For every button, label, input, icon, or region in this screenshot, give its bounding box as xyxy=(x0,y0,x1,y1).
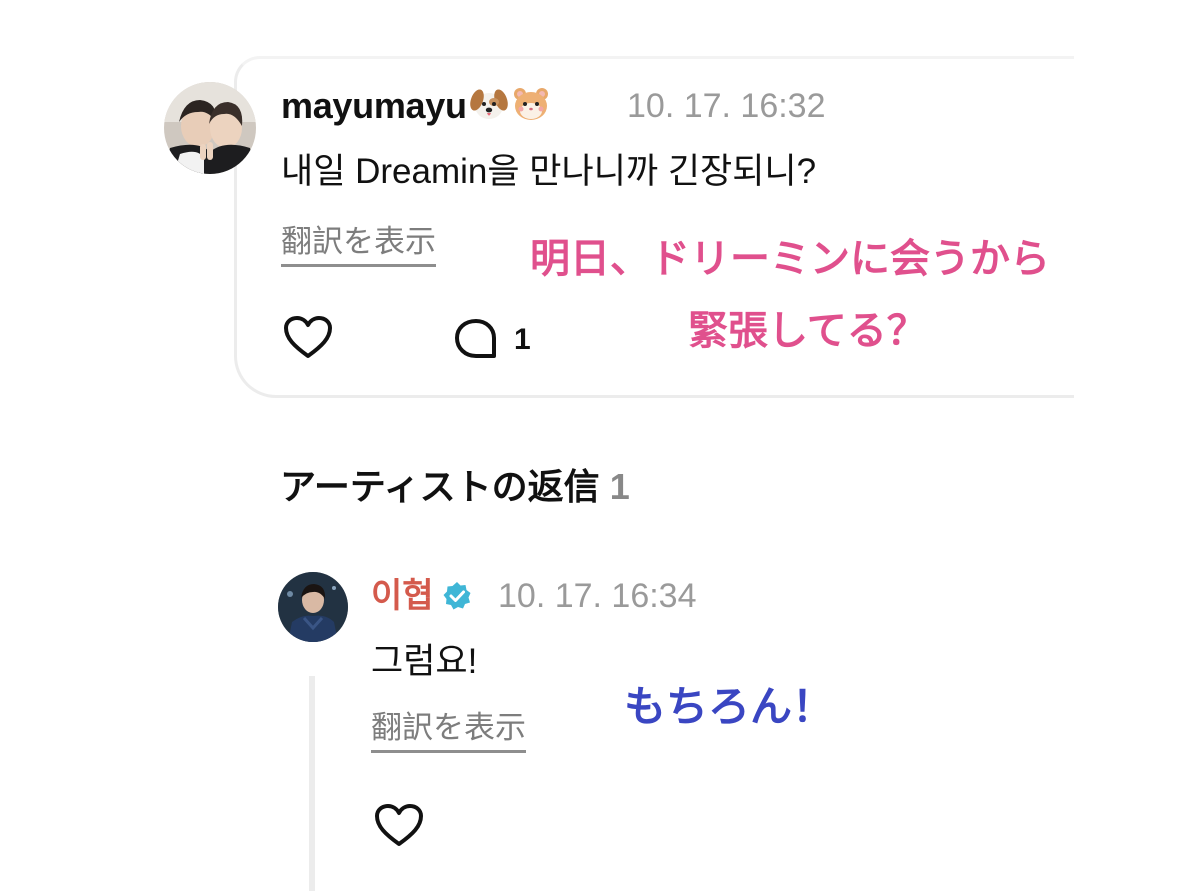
post-username: mayumayu xyxy=(281,85,467,126)
overlay-reply-translation: もちろん！ xyxy=(624,683,835,730)
speech-bubble-icon xyxy=(455,319,496,358)
post-text: 내일 Dreamin을 만나니까 긴장되니? xyxy=(281,152,817,191)
artist-name: 이협 xyxy=(371,577,434,615)
artist-replies-title: アーティストの返信 xyxy=(280,466,600,507)
show-translation-link[interactable]: 翻訳を表示 xyxy=(281,222,436,267)
artist-replies-heading: アーティストの返信 1 xyxy=(280,464,630,510)
comment-count: 1 xyxy=(514,323,531,356)
user-avatar-photo xyxy=(164,82,256,174)
reply-text: 그럼요! xyxy=(371,642,478,681)
dog-face-icon xyxy=(469,84,509,134)
comment-button[interactable] xyxy=(450,316,502,362)
user-avatar[interactable] xyxy=(164,82,256,174)
heart-icon xyxy=(284,316,332,358)
like-button[interactable] xyxy=(281,312,335,362)
overlay-translation-line-1: 明日、ドリーミンに会うから xyxy=(530,237,1050,281)
reply-show-translation-link[interactable]: 翻訳を表示 xyxy=(371,708,526,753)
thread-line xyxy=(309,676,315,891)
hamster-face-icon xyxy=(511,84,551,134)
post-timestamp: 10. 17. 16:32 xyxy=(627,87,826,125)
artist-author[interactable]: 이협 xyxy=(371,574,472,618)
post-author[interactable]: mayumayu xyxy=(281,84,551,134)
artist-avatar[interactable] xyxy=(278,572,348,642)
reply-timestamp: 10. 17. 16:34 xyxy=(498,577,697,615)
heart-icon xyxy=(375,804,423,846)
artist-avatar-photo xyxy=(278,572,348,642)
artist-replies-count: 1 xyxy=(609,466,630,507)
reply-like-button[interactable] xyxy=(372,800,426,850)
verified-badge-icon xyxy=(443,582,471,610)
overlay-translation-line-2: 緊張してる？ xyxy=(688,309,927,353)
